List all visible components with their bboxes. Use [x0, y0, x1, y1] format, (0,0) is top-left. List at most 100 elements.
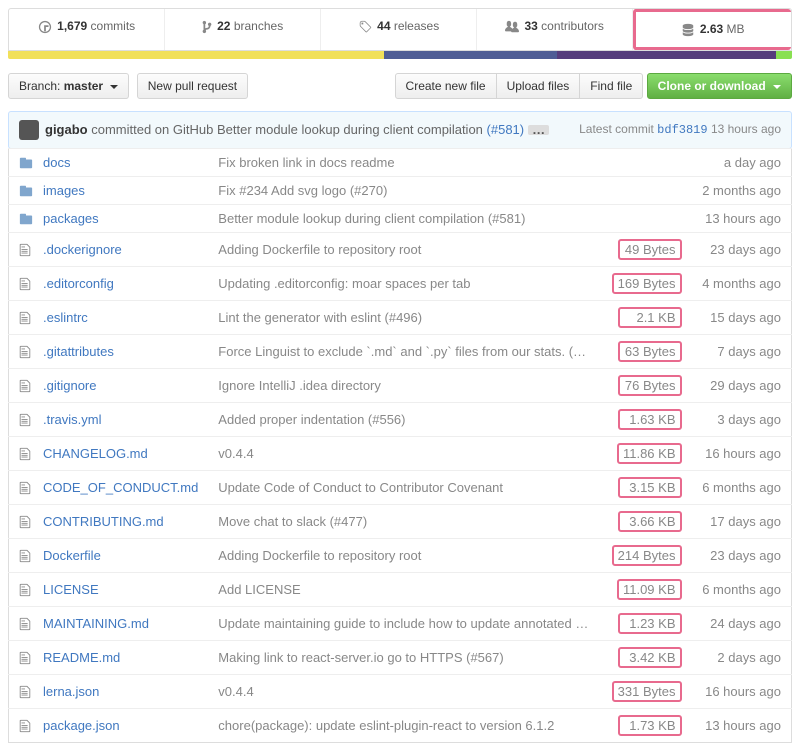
file-name-link[interactable]: Dockerfile [43, 548, 101, 563]
file-name-link[interactable]: CODE_OF_CONDUCT.md [43, 480, 198, 495]
file-size: 3.66 KB [618, 511, 682, 532]
language-segment[interactable] [776, 51, 792, 59]
file-icon [9, 334, 34, 368]
file-name-link[interactable]: lerna.json [43, 684, 99, 699]
file-size-cell: 169 Bytes [602, 266, 692, 300]
file-name-link[interactable]: LICENSE [43, 582, 99, 597]
file-commit-message[interactable]: Fix broken link in docs readme [218, 155, 394, 170]
file-age: a day ago [692, 148, 792, 176]
file-row: .dockerignore Adding Dockerfile to reposi… [9, 232, 792, 266]
file-name-link[interactable]: images [43, 183, 85, 198]
clone-download-button[interactable]: Clone or download [647, 73, 792, 99]
file-row: .eslintrc Lint the generator with eslint … [9, 300, 792, 334]
file-commit-message[interactable]: Adding Dockerfile to repository root [218, 242, 421, 257]
file-row: .gitattributes Force Linguist to exclude … [9, 334, 792, 368]
file-commit-message[interactable]: Better module lookup during client compi… [218, 211, 525, 226]
file-name-link[interactable]: packages [43, 211, 99, 226]
stat-commits[interactable]: 1,679 commits [9, 9, 165, 50]
file-row: .editorconfig Updating .editorconfig: moa… [9, 266, 792, 300]
file-commit-message[interactable]: Lint the generator with eslint (#496) [218, 310, 422, 325]
file-name-link[interactable]: package.json [43, 718, 120, 733]
file-size-cell: 11.86 KB [602, 436, 692, 470]
file-name-link[interactable]: .travis.yml [43, 412, 102, 427]
new-pull-request-button[interactable]: New pull request [137, 73, 248, 99]
file-actions-group: Create new file Upload files Find file [395, 73, 644, 99]
folder-icon [9, 148, 34, 176]
clone-label: Clone or download [658, 79, 766, 93]
file-size-cell [602, 148, 692, 176]
file-icon [9, 402, 34, 436]
file-name-link[interactable]: .dockerignore [43, 242, 122, 257]
language-segment[interactable] [8, 51, 384, 59]
file-size: 63 Bytes [618, 341, 682, 362]
file-size: 1.23 KB [618, 613, 682, 634]
file-size-cell: 76 Bytes [602, 368, 692, 402]
file-commit-message[interactable]: Add LICENSE [218, 582, 300, 597]
commit-age: 13 hours ago [711, 122, 781, 136]
file-icon [9, 572, 34, 606]
language-segment[interactable] [384, 51, 556, 59]
file-name-link[interactable]: MAINTAINING.md [43, 616, 149, 631]
toolbar-right: Create new file Upload files Find file C… [395, 73, 792, 99]
file-commit-message[interactable]: Updating .editorconfig: moar spaces per … [218, 276, 470, 291]
file-name-link[interactable]: .gitignore [43, 378, 96, 393]
repo-size-unit: MB [727, 22, 745, 36]
people-icon [505, 20, 519, 34]
latest-commit-label: Latest commit [579, 122, 654, 136]
file-commit-message[interactable]: Move chat to slack (#477) [218, 514, 367, 529]
file-commit-message[interactable]: Force Linguist to exclude `.md` and `.py… [218, 344, 601, 359]
file-commit-message[interactable]: Making link to react-server.io go to HTT… [218, 650, 503, 665]
file-age: 6 months ago [692, 470, 792, 504]
branch-select-button[interactable]: Branch: master [8, 73, 129, 99]
file-size: 331 Bytes [612, 681, 682, 702]
file-row: .travis.yml Added proper indentation (#55… [9, 402, 792, 436]
commit-sha[interactable]: bdf3819 [657, 123, 707, 137]
language-bar[interactable] [8, 51, 792, 59]
stat-releases[interactable]: 44 releases [321, 9, 477, 50]
commit-issue-link[interactable]: (#581) [487, 122, 525, 137]
commit-author[interactable]: gigabo [45, 122, 88, 137]
file-size-cell: 3.15 KB [602, 470, 692, 504]
file-size: 2.1 KB [618, 307, 682, 328]
file-commit-message[interactable]: Update maintaining guide to include how … [218, 616, 601, 631]
file-name-link[interactable]: .eslintrc [43, 310, 88, 325]
file-commit-message[interactable]: v0.4.4 [218, 684, 253, 699]
create-file-button[interactable]: Create new file [395, 73, 497, 99]
file-name-link[interactable]: docs [43, 155, 70, 170]
file-age: 24 days ago [692, 606, 792, 640]
file-commit-message[interactable]: Adding Dockerfile to repository root [218, 548, 421, 563]
stat-contributors[interactable]: 33 contributors [477, 9, 633, 50]
expand-message-button[interactable]: … [528, 125, 549, 135]
upload-files-button[interactable]: Upload files [496, 73, 581, 99]
stat-repo-size[interactable]: 2.63 MB [633, 9, 791, 50]
commit-meta: Latest commit bdf3819 13 hours ago [579, 122, 781, 137]
file-commit-message[interactable]: Update Code of Conduct to Contributor Co… [218, 480, 503, 495]
file-commit-message[interactable]: Fix #234 Add svg logo (#270) [218, 183, 387, 198]
file-icon [9, 606, 34, 640]
find-file-button[interactable]: Find file [579, 73, 643, 99]
avatar[interactable] [19, 120, 39, 140]
file-list-table: docs Fix broken link in docs readme a day … [8, 148, 792, 743]
file-name-link[interactable]: .editorconfig [43, 276, 114, 291]
file-name-link[interactable]: .gitattributes [43, 344, 114, 359]
file-commit-message[interactable]: v0.4.4 [218, 446, 253, 461]
file-icon [9, 300, 34, 334]
stat-branches[interactable]: 22 branches [165, 9, 321, 50]
file-size-cell: 1.73 KB [602, 708, 692, 742]
language-segment[interactable] [557, 51, 777, 59]
caret-down-icon [110, 85, 118, 89]
file-name-link[interactable]: CONTRIBUTING.md [43, 514, 164, 529]
file-commit-message[interactable]: Added proper indentation (#556) [218, 412, 405, 427]
commit-message[interactable]: Better module lookup during client compi… [217, 122, 483, 137]
file-size: 11.09 KB [617, 579, 682, 600]
file-size: 3.42 KB [618, 647, 682, 668]
file-commit-message[interactable]: Ignore IntelliJ .idea directory [218, 378, 381, 393]
file-commit-message[interactable]: chore(package): update eslint-plugin-rea… [218, 718, 554, 733]
file-name-link[interactable]: CHANGELOG.md [43, 446, 148, 461]
branches-count: 22 [217, 19, 230, 33]
commit-action: committed on GitHub [91, 122, 213, 137]
file-name-link[interactable]: README.md [43, 650, 120, 665]
file-icon [9, 470, 34, 504]
file-row: docs Fix broken link in docs readme a day … [9, 148, 792, 176]
file-size-cell [602, 176, 692, 204]
